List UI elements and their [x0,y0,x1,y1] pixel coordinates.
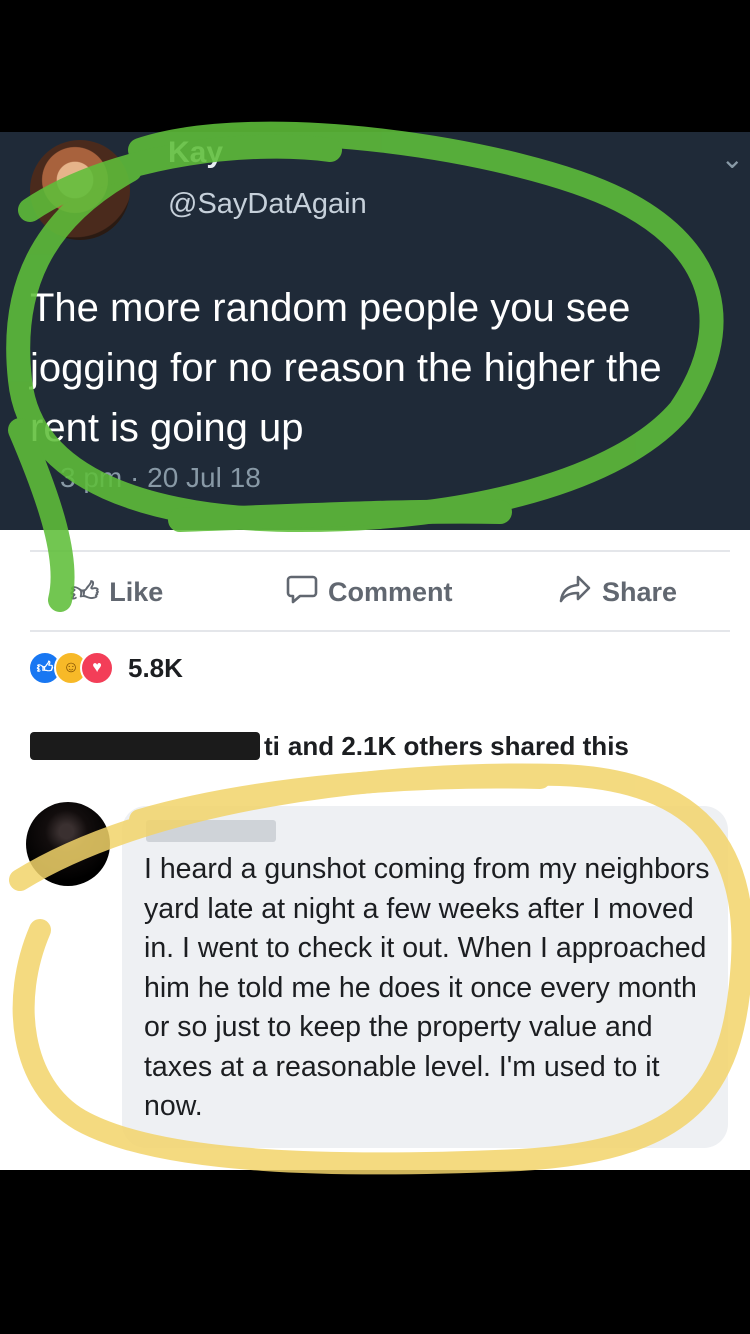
tweet-card: Kay @SayDatAgain ⌄ The more random peopl… [0,132,750,530]
reactions-summary[interactable]: 👍︎ ☺ ♥ 5.8K [28,648,183,688]
comment-label: Comment [328,576,453,607]
redacted-commenter-name [146,820,276,842]
love-reaction-icon: ♥ [80,651,114,685]
facebook-post-card: 👍︎ Like Comment Share 👍︎ ☺ ♥ 5.8K ti and… [0,530,750,1170]
avatar[interactable] [26,802,110,886]
divider [30,550,730,552]
shared-by-line[interactable]: ti and 2.1K others shared this [30,726,629,766]
divider [30,630,730,632]
comment-button[interactable]: Comment [286,572,453,612]
chevron-down-icon[interactable]: ⌄ [721,142,744,175]
comment-text: I heard a gunshot coming from my neighbo… [144,853,710,1122]
like-label: Like [109,576,164,607]
tweet-timestamp[interactable]: 3 pm · 20 Jul 18 [60,462,261,494]
reaction-count: 5.8K [128,652,183,683]
share-button[interactable]: Share [558,572,677,612]
tweet-author-handle[interactable]: @SayDatAgain [168,188,367,221]
share-arrow-icon [558,574,592,611]
like-button[interactable]: 👍︎ Like [70,572,163,612]
shared-count-text: and 2.1K others shared this [287,730,629,761]
thumbs-up-icon: 👍︎ [70,576,100,607]
speech-bubble-icon [286,574,318,611]
comment-bubble: I heard a gunshot coming from my neighbo… [122,806,728,1148]
tweet-author-name[interactable]: Kay [168,136,223,170]
avatar[interactable] [30,140,130,240]
post-actions-bar: 👍︎ Like Comment Share [0,560,750,626]
redacted-name [30,732,260,760]
share-label: Share [602,576,678,607]
tweet-text: The more random people you see jogging f… [30,286,662,450]
shared-name-fragment: ti [264,730,280,761]
